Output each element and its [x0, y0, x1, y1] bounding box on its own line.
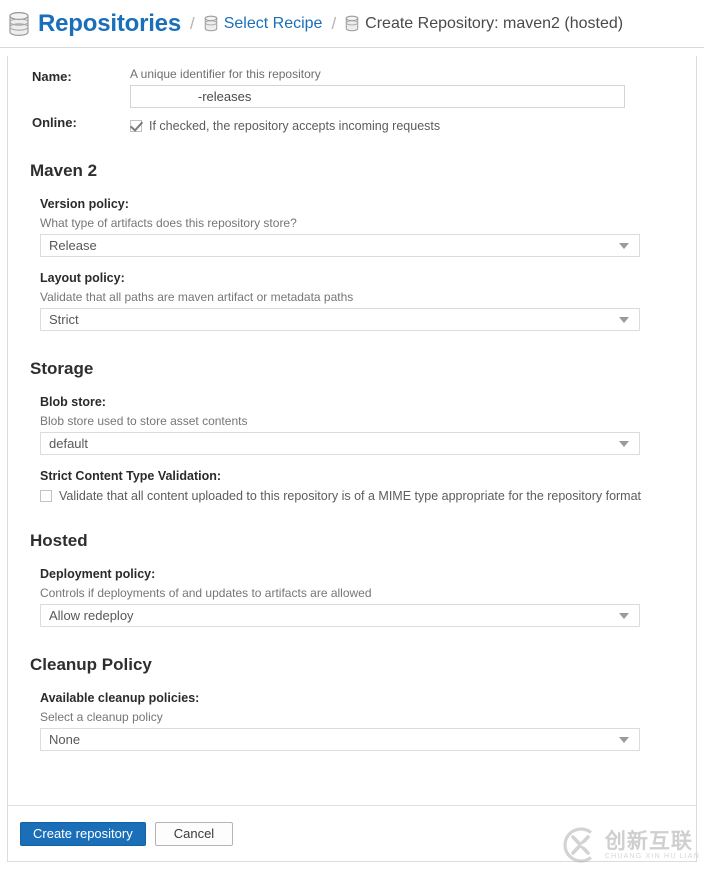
version-policy-group: Version policy: What type of artifacts d…	[40, 197, 684, 331]
hosted-group: Deployment policy: Controls if deploymen…	[40, 567, 684, 627]
strict-content-type-label: Strict Content Type Validation:	[40, 469, 222, 483]
blob-store-label: Blob store:	[40, 395, 106, 409]
strict-content-type-checkbox-label: Validate that all content uploaded to th…	[59, 489, 642, 503]
database-icon	[204, 15, 218, 32]
online-control: If checked, the repository accepts incom…	[130, 112, 684, 133]
available-cleanup-policies-label: Available cleanup policies:	[40, 691, 200, 705]
deployment-policy-hint: Controls if deployments of and updates t…	[40, 586, 372, 600]
layout-policy-select[interactable]: Strict	[40, 308, 640, 331]
form-body: Name: A unique identifier for this repos…	[8, 56, 696, 751]
breadcrumb-separator-1: /	[189, 13, 195, 33]
layout-policy-value: Strict	[49, 312, 79, 327]
breadcrumb-separator-2: /	[331, 13, 337, 33]
name-control: A unique identifier for this repository	[130, 66, 684, 108]
breadcrumb-link-select-recipe[interactable]: Select Recipe	[224, 15, 323, 33]
section-title-hosted: Hosted	[30, 531, 88, 550]
blob-store-select[interactable]: default	[40, 432, 640, 455]
chevron-down-icon	[619, 612, 629, 619]
deployment-policy-value: Allow redeploy	[49, 608, 134, 623]
cleanup-policy-hint: Select a cleanup policy	[40, 710, 163, 724]
chevron-down-icon	[619, 316, 629, 323]
version-policy-select[interactable]: Release	[40, 234, 640, 257]
online-field-row: Online: If checked, the repository accep…	[20, 112, 684, 133]
page-title[interactable]: Repositories	[38, 10, 181, 38]
version-policy-hint: What type of artifacts does this reposit…	[40, 216, 297, 230]
name-input[interactable]	[130, 85, 625, 108]
breadcrumb: Repositories / Select Recipe / Create Re…	[8, 10, 623, 38]
online-checkbox-row[interactable]: If checked, the repository accepts incom…	[130, 119, 684, 133]
section-title-maven2: Maven 2	[30, 161, 98, 180]
section-title-storage: Storage	[30, 359, 94, 378]
name-field-row: Name: A unique identifier for this repos…	[20, 66, 684, 108]
online-checkbox-label: If checked, the repository accepts incom…	[149, 119, 441, 133]
version-policy-value: Release	[49, 238, 97, 253]
online-checkbox[interactable]	[130, 120, 142, 132]
cleanup-policy-group: Available cleanup policies: Select a cle…	[40, 691, 684, 751]
deployment-policy-select[interactable]: Allow redeploy	[40, 604, 640, 627]
form-footer: Create repository Cancel	[8, 805, 696, 861]
breadcrumb-header: Repositories / Select Recipe / Create Re…	[0, 0, 704, 48]
section-title-cleanup-policy: Cleanup Policy	[30, 655, 152, 674]
create-repository-button[interactable]: Create repository	[20, 821, 146, 846]
name-label: Name:	[32, 69, 72, 84]
storage-group: Blob store: Blob store used to store ass…	[40, 395, 684, 503]
deployment-policy-label: Deployment policy:	[40, 567, 156, 581]
chevron-down-icon	[619, 736, 629, 743]
strict-content-type-row[interactable]: Validate that all content uploaded to th…	[40, 489, 684, 503]
layout-policy-hint: Validate that all paths are maven artifa…	[40, 290, 354, 304]
chevron-down-icon	[619, 440, 629, 447]
online-label: Online:	[32, 115, 77, 130]
create-repository-panel: Name: A unique identifier for this repos…	[7, 56, 697, 862]
database-icon	[345, 15, 359, 32]
strict-content-type-checkbox[interactable]	[40, 490, 52, 502]
layout-policy-label: Layout policy:	[40, 271, 125, 285]
cleanup-policy-select[interactable]: None	[40, 728, 640, 751]
database-icon	[8, 11, 30, 37]
blob-store-value: default	[49, 436, 89, 451]
chevron-down-icon	[619, 242, 629, 249]
name-hint: A unique identifier for this repository	[130, 67, 321, 81]
blob-store-hint: Blob store used to store asset contents	[40, 414, 248, 428]
breadcrumb-current: Create Repository: maven2 (hosted)	[365, 14, 624, 32]
cancel-button[interactable]: Cancel	[154, 821, 234, 846]
cleanup-policy-value: None	[49, 732, 81, 747]
version-policy-label: Version policy:	[40, 197, 129, 211]
